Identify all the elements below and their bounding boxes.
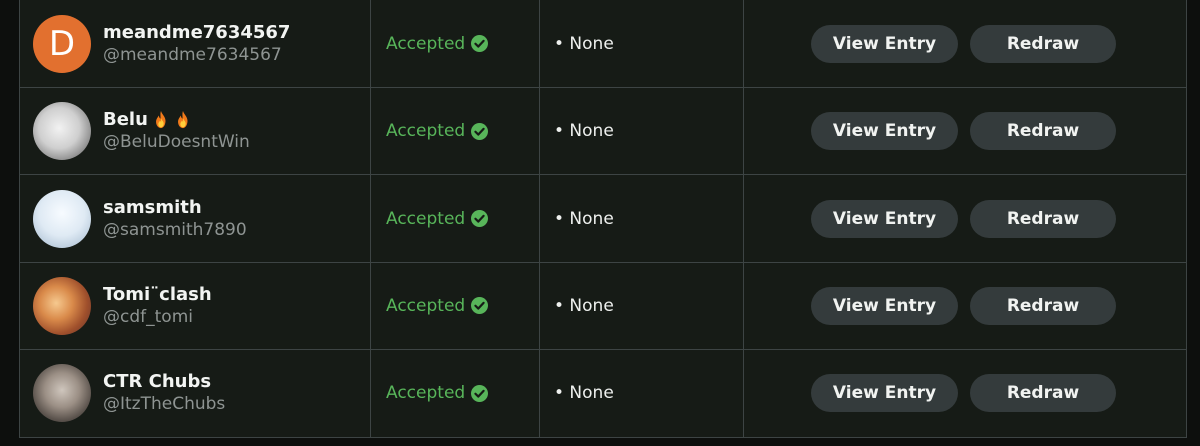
entries-table: D meandme7634567 @meandme7634567 Accepte… — [19, 0, 1187, 438]
user-handle: @ItzTheChubs — [103, 394, 226, 415]
notes-cell: • None — [540, 262, 744, 350]
redraw-button[interactable]: Redraw — [970, 24, 1116, 63]
status-badge: Accepted — [386, 208, 489, 229]
view-entry-button[interactable]: View Entry — [811, 24, 958, 63]
check-circle-icon — [471, 122, 489, 140]
display-name: Belu — [103, 109, 250, 131]
notes-cell: • None — [540, 88, 744, 175]
display-name-text: CTR Chubs — [103, 371, 212, 393]
avatar[interactable] — [33, 276, 91, 335]
display-name-text: Tomi¨clash — [103, 283, 212, 305]
user-cell: D meandme7634567 @meandme7634567 — [20, 0, 371, 87]
notes-text: • None — [554, 121, 614, 142]
table-row: Belu @BeluDoesntWin Accepted • None View… — [20, 88, 1186, 176]
check-circle-icon — [471, 297, 489, 315]
user-handle: @BeluDoesntWin — [103, 132, 250, 153]
user-info: CTR Chubs @ItzTheChubs — [103, 371, 225, 415]
display-name: meandme7634567 — [103, 22, 290, 44]
display-name-text: samsmith — [103, 196, 202, 218]
table-row: CTR Chubs @ItzTheChubs Accepted • None V… — [20, 350, 1186, 438]
status-badge: Accepted — [386, 33, 489, 54]
user-cell: samsmith @samsmith7890 — [20, 175, 371, 262]
avatar-letter: D — [48, 23, 76, 64]
notes-text: • None — [554, 295, 614, 316]
actions-cell: View Entry Redraw — [744, 263, 1186, 349]
entries-page: D meandme7634567 @meandme7634567 Accepte… — [0, 0, 1200, 446]
actions-cell: View Entry Redraw — [744, 88, 1186, 174]
notes-text: • None — [554, 208, 614, 229]
status-label: Accepted — [386, 383, 466, 404]
status-badge: Accepted — [386, 295, 489, 316]
check-circle-icon — [471, 384, 489, 402]
avatar[interactable] — [33, 189, 91, 248]
status-label: Accepted — [386, 121, 466, 142]
avatar[interactable] — [33, 102, 91, 161]
display-name-text: Belu — [103, 109, 148, 131]
actions-cell: View Entry Redraw — [744, 350, 1186, 436]
actions-cell: View Entry Redraw — [744, 175, 1186, 261]
notes-text: • None — [554, 383, 614, 404]
table-row: D meandme7634567 @meandme7634567 Accepte… — [20, 0, 1186, 88]
user-info: samsmith @samsmith7890 — [103, 197, 247, 241]
display-name: samsmith — [103, 197, 247, 219]
status-cell: Accepted — [371, 88, 540, 175]
redraw-button[interactable]: Redraw — [970, 286, 1116, 325]
table-row: samsmith @samsmith7890 Accepted • None V… — [20, 175, 1186, 263]
display-name-text: meandme7634567 — [103, 21, 291, 43]
view-entry-button[interactable]: View Entry — [811, 286, 958, 325]
status-cell: Accepted — [371, 0, 540, 87]
status-cell: Accepted — [371, 350, 540, 437]
display-name: CTR Chubs — [103, 371, 225, 393]
status-cell: Accepted — [371, 175, 540, 262]
view-entry-button[interactable]: View Entry — [811, 112, 958, 151]
redraw-button[interactable]: Redraw — [970, 112, 1116, 151]
user-cell: Belu @BeluDoesntWin — [20, 88, 371, 175]
notes-cell: • None — [540, 350, 744, 437]
status-label: Accepted — [386, 295, 466, 316]
user-info: Belu @BeluDoesntWin — [103, 109, 250, 153]
status-badge: Accepted — [386, 383, 489, 404]
user-cell: Tomi¨clash @cdf_tomi — [20, 262, 371, 350]
avatar[interactable] — [33, 364, 91, 423]
redraw-button[interactable]: Redraw — [970, 374, 1116, 413]
user-info: meandme7634567 @meandme7634567 — [103, 22, 290, 66]
check-circle-icon — [471, 35, 489, 52]
fire-icon — [152, 110, 170, 130]
user-info: Tomi¨clash @cdf_tomi — [103, 284, 212, 328]
actions-cell: View Entry Redraw — [744, 0, 1186, 87]
user-handle: @samsmith7890 — [103, 219, 247, 240]
status-label: Accepted — [386, 33, 466, 54]
avatar[interactable]: D — [33, 14, 91, 73]
display-name: Tomi¨clash — [103, 284, 212, 306]
user-cell: CTR Chubs @ItzTheChubs — [20, 350, 371, 437]
notes-text: • None — [554, 33, 614, 54]
status-cell: Accepted — [371, 262, 540, 350]
table-row: Tomi¨clash @cdf_tomi Accepted • None Vie… — [20, 262, 1186, 351]
view-entry-button[interactable]: View Entry — [811, 199, 958, 238]
status-badge: Accepted — [386, 121, 489, 142]
fire-icon — [174, 110, 192, 130]
check-circle-icon — [471, 210, 489, 228]
notes-cell: • None — [540, 0, 744, 87]
view-entry-button[interactable]: View Entry — [811, 374, 958, 413]
notes-cell: • None — [540, 175, 744, 262]
user-handle: @meandme7634567 — [103, 44, 282, 65]
status-label: Accepted — [386, 208, 466, 229]
user-handle: @cdf_tomi — [103, 306, 193, 327]
redraw-button[interactable]: Redraw — [970, 199, 1116, 238]
